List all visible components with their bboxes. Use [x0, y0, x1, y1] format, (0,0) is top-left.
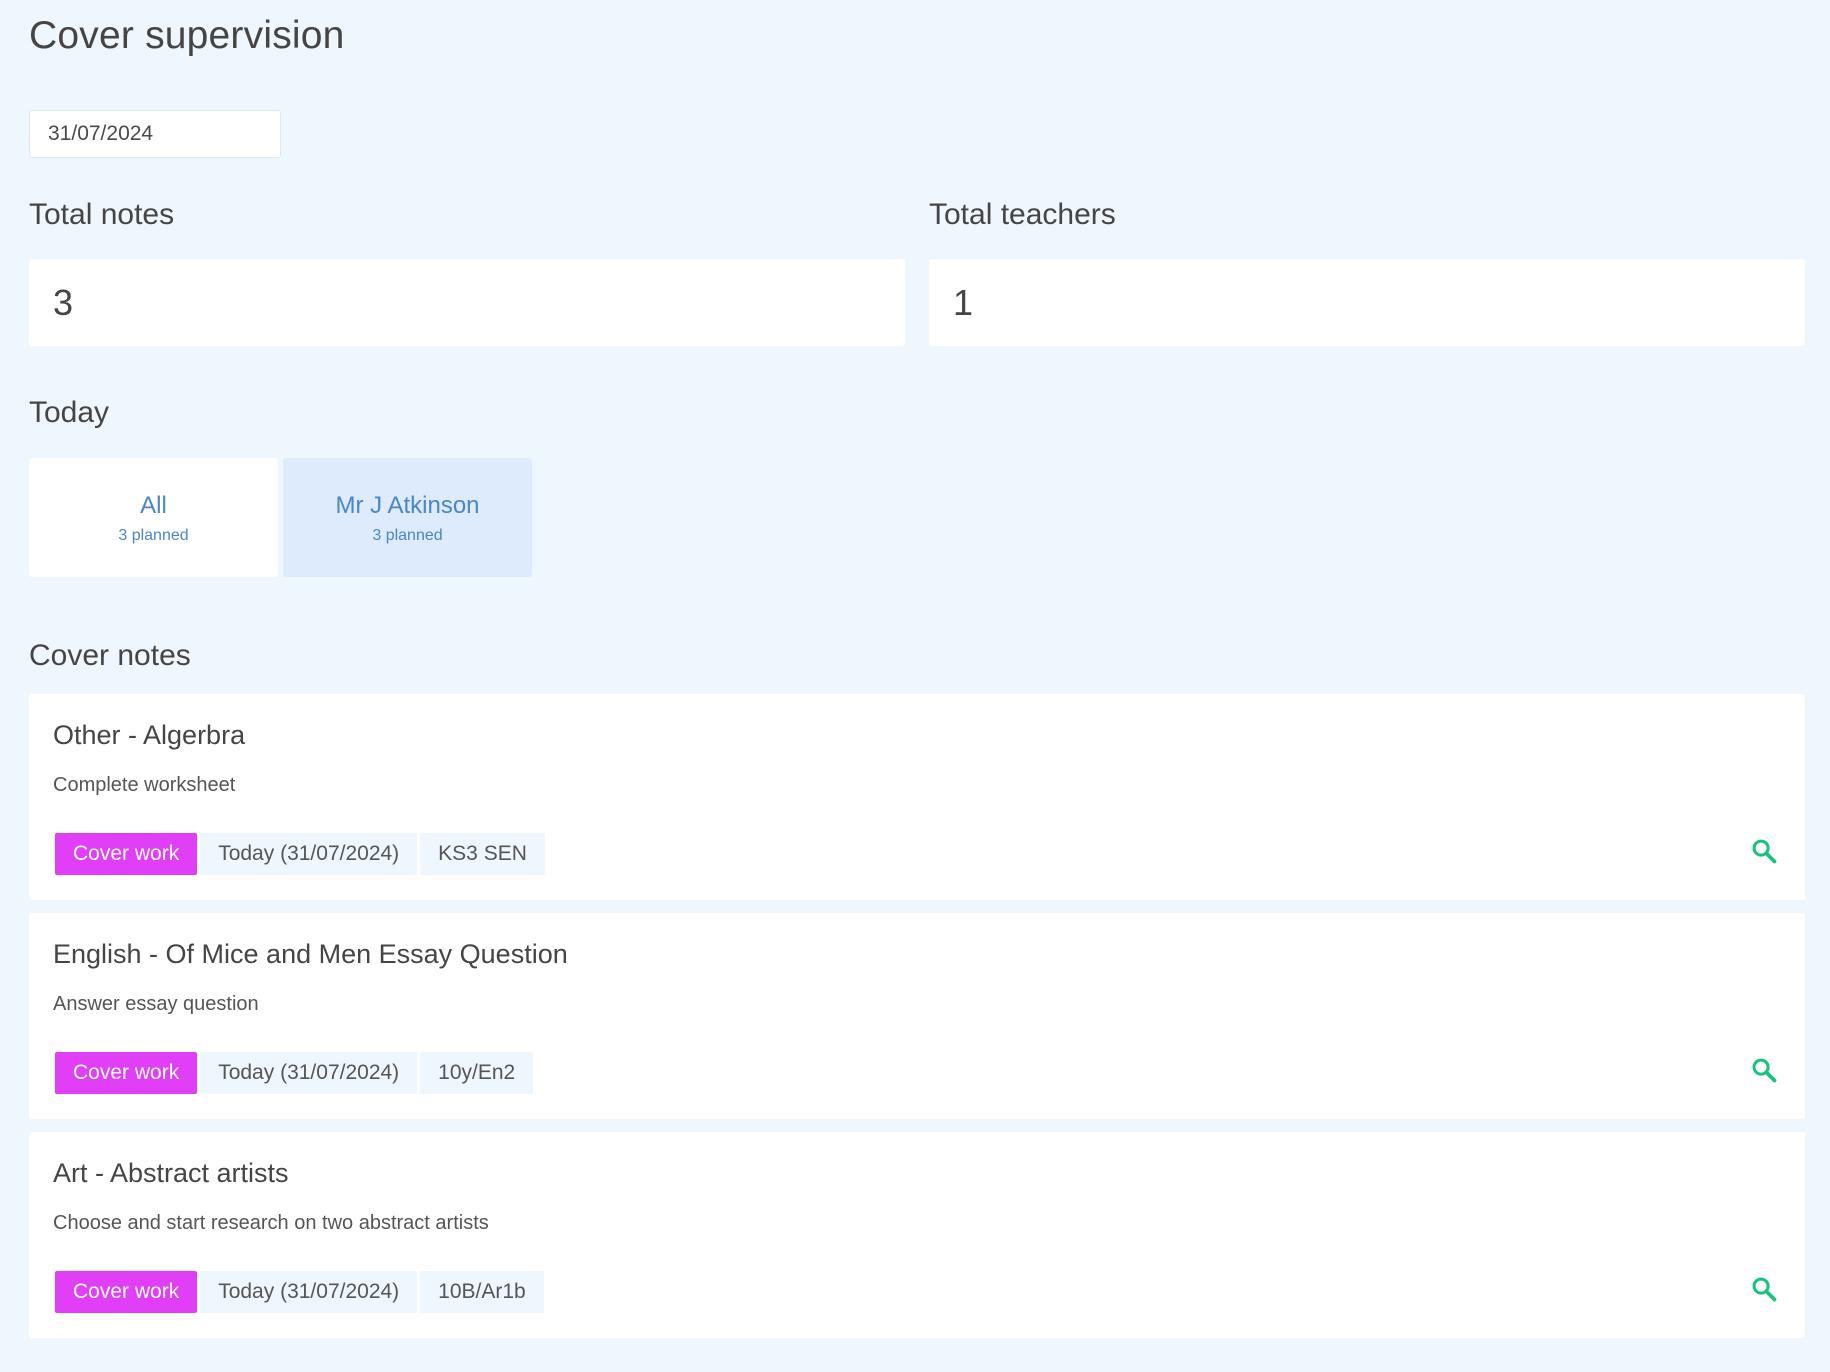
cover-notes-list: Other - Algerbra Complete worksheet Cove… — [29, 694, 1805, 1351]
note-title: English - Of Mice and Men Essay Question — [53, 939, 568, 969]
note-tags: Cover work Today (31/07/2024) KS3 SEN — [55, 833, 545, 875]
note-title: Art - Abstract artists — [53, 1158, 289, 1188]
total-notes-value: 3 — [53, 281, 74, 323]
cover-note-card: Art - Abstract artists Choose and start … — [29, 1132, 1805, 1338]
cover-notes-heading: Cover notes — [29, 639, 191, 672]
date-tag: Today (31/07/2024) — [200, 1052, 418, 1094]
note-title: Other - Algerbra — [53, 720, 246, 750]
today-heading: Today — [29, 396, 110, 429]
search-icon — [1752, 1058, 1777, 1083]
total-teachers-box: 1 — [929, 259, 1805, 346]
tab-name: Mr J Atkinson — [335, 491, 480, 519]
note-description: Complete worksheet — [53, 774, 236, 796]
search-icon — [1752, 1277, 1777, 1302]
cover-work-tag: Cover work — [55, 1052, 198, 1094]
cover-work-tag: Cover work — [55, 1271, 198, 1313]
total-notes-label: Total notes — [29, 198, 175, 231]
date-tag: Today (31/07/2024) — [200, 1271, 418, 1313]
view-note-button[interactable] — [1747, 1053, 1781, 1087]
page-title: Cover supervision — [29, 14, 345, 57]
cover-note-card: English - Of Mice and Men Essay Question… — [29, 913, 1805, 1119]
tab-planned-count: 3 planned — [372, 526, 443, 544]
class-group-tag: 10B/Ar1b — [420, 1271, 544, 1313]
view-note-button[interactable] — [1747, 834, 1781, 868]
cover-work-tag: Cover work — [55, 833, 198, 875]
tab-mr-j-atkinson[interactable]: Mr J Atkinson 3 planned — [283, 458, 532, 577]
note-description: Answer essay question — [53, 993, 259, 1015]
total-teachers-label: Total teachers — [929, 198, 1116, 231]
class-group-tag: KS3 SEN — [420, 833, 545, 875]
teacher-tabs: All 3 planned Mr J Atkinson 3 planned — [29, 458, 532, 577]
class-group-tag: 10y/En2 — [420, 1052, 534, 1094]
cover-note-card: Other - Algerbra Complete worksheet Cove… — [29, 694, 1805, 900]
note-tags: Cover work Today (31/07/2024) 10B/Ar1b — [55, 1271, 544, 1313]
tab-all[interactable]: All 3 planned — [29, 458, 278, 577]
total-teachers-value: 1 — [953, 281, 974, 323]
date-input[interactable] — [29, 110, 281, 158]
date-tag: Today (31/07/2024) — [200, 833, 418, 875]
view-note-button[interactable] — [1747, 1272, 1781, 1306]
tab-planned-count: 3 planned — [118, 526, 189, 544]
total-notes-box: 3 — [29, 259, 905, 346]
search-icon — [1752, 839, 1777, 864]
note-tags: Cover work Today (31/07/2024) 10y/En2 — [55, 1052, 534, 1094]
tab-name: All — [140, 491, 167, 519]
note-description: Choose and start research on two abstrac… — [53, 1212, 489, 1234]
